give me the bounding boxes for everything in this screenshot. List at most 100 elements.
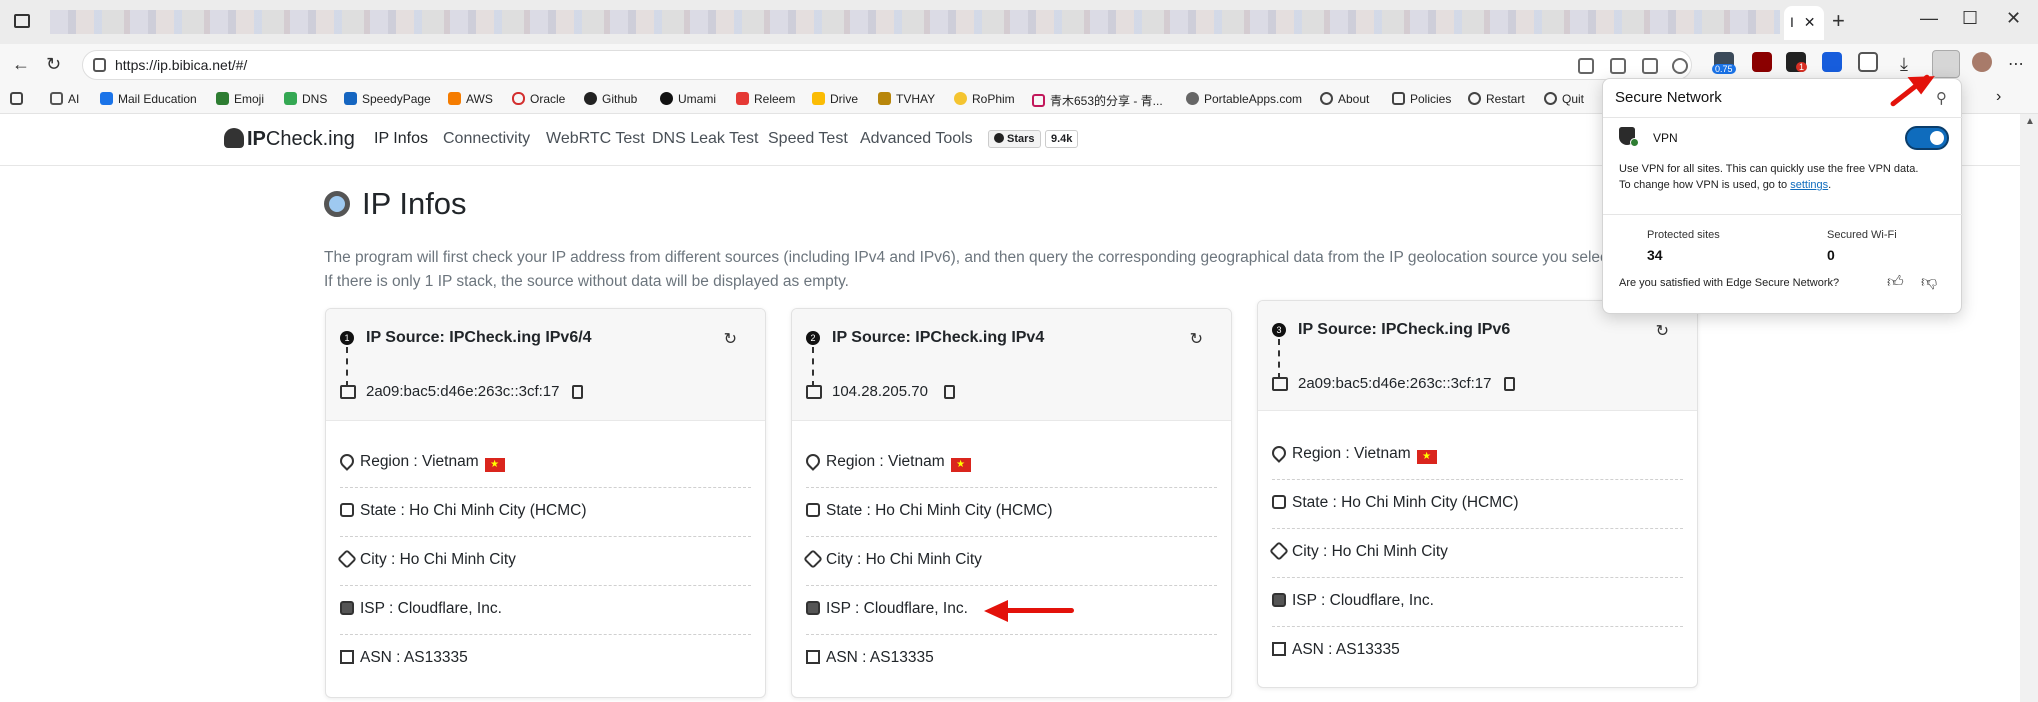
bookmark-dns[interactable]: DNS <box>284 92 327 106</box>
buildings-icon <box>806 503 820 517</box>
back-icon[interactable]: ← <box>12 54 30 75</box>
minimize-button[interactable]: — <box>1920 8 1938 29</box>
bookmark-drive[interactable]: Drive <box>812 92 858 106</box>
bookmark-releem[interactable]: Releem <box>736 92 795 106</box>
nav-connectivity[interactable]: Connectivity <box>443 130 530 148</box>
close-window-button[interactable]: ✕ <box>2006 8 2021 29</box>
bookmark-github[interactable]: Github <box>584 92 637 106</box>
ip-card-3: 3 IP Source: IPCheck.ing IPv6 ↻ 2a09:bac… <box>1257 300 1698 688</box>
tracking-prevention-icon[interactable] <box>1610 58 1626 74</box>
extension-badge-1: 0.75 <box>1712 64 1736 74</box>
bookmark-emoji[interactable]: Emoji <box>216 92 264 106</box>
region-row: Region : Vietnam ★ <box>337 439 751 488</box>
nav-ip-infos[interactable]: IP Infos <box>374 130 428 148</box>
signpost-icon <box>803 549 823 569</box>
active-tab[interactable]: I ✕ <box>1784 6 1824 40</box>
blurred-tabs[interactable] <box>50 10 1780 34</box>
isp-row: ISP : Cloudflare, Inc. <box>1272 578 1683 627</box>
refresh-icon[interactable]: ↻ <box>1190 329 1203 349</box>
map-pin-icon <box>1269 443 1289 463</box>
globe-icon <box>1544 92 1557 105</box>
extensions-puzzle-icon[interactable] <box>1858 52 1878 72</box>
refresh-icon[interactable]: ↻ <box>724 329 737 349</box>
protected-sites-label: Protected sites <box>1647 229 1720 241</box>
nav-advanced-tools[interactable]: Advanced Tools <box>860 130 973 148</box>
site-info-icon[interactable] <box>93 58 106 72</box>
maximize-button[interactable]: ☐ <box>1962 8 1978 29</box>
vpn-toggle[interactable] <box>1905 126 1949 150</box>
scroll-up-icon[interactable]: ▲ <box>2025 116 2035 127</box>
bitwarden-icon[interactable] <box>1822 52 1842 72</box>
vietnam-flag-icon: ★ <box>1416 450 1437 464</box>
github-stars-button[interactable]: Stars <box>988 130 1041 148</box>
region-text: Region : Vietnam <box>360 453 479 470</box>
globe-icon <box>1320 92 1333 105</box>
page-scrollbar[interactable]: ▲ <box>2020 114 2038 702</box>
ip-card-2: 2 IP Source: IPCheck.ing IPv4 ↻ 104.28.2… <box>791 308 1232 698</box>
nav-dns-leak-test[interactable]: DNS Leak Test <box>652 130 758 148</box>
bookmark-speedypage[interactable]: SpeedyPage <box>344 92 431 106</box>
vpn-desc-line-1: Use VPN for all sites. This can quickly … <box>1619 163 1919 175</box>
secure-network-icon[interactable] <box>1932 50 1960 78</box>
connector-line <box>1278 339 1280 379</box>
bookmark-oracle[interactable]: Oracle <box>512 92 565 106</box>
settings-link[interactable]: settings <box>1790 179 1828 191</box>
router-icon <box>340 601 354 615</box>
toggle-knob <box>1930 131 1944 145</box>
connector-line <box>346 347 348 387</box>
bookmark-label: DNS <box>302 92 328 106</box>
more-bookmarks-icon[interactable]: › <box>1996 88 2001 106</box>
thumbs-up-icon[interactable]: 👍︎ <box>1887 273 1904 292</box>
page-title: IP Infos <box>324 186 467 222</box>
umami-icon <box>660 92 673 105</box>
thumbs-down-icon[interactable]: 👎︎ <box>1921 273 1937 292</box>
bookmark-ai[interactable]: AI <box>50 92 79 106</box>
card-number: 3 <box>1272 323 1286 337</box>
nav-webrtc-test[interactable]: WebRTC Test <box>546 130 645 148</box>
bookmark-rophim[interactable]: RoPhim <box>954 92 1015 106</box>
bookmark-about[interactable]: About <box>1320 92 1369 106</box>
router-icon <box>1272 593 1286 607</box>
rophim-icon <box>954 92 967 105</box>
refresh-icon[interactable]: ↻ <box>1656 321 1669 341</box>
copy-icon[interactable] <box>1504 377 1515 391</box>
releem-icon <box>736 92 749 105</box>
nav-speed-test[interactable]: Speed Test <box>768 130 848 148</box>
ublock-icon[interactable] <box>1752 52 1772 72</box>
site-logo[interactable]: IPCheck.ing <box>224 128 355 151</box>
bookmark-blog[interactable]: 青木653的分享 - 青... <box>1032 92 1163 109</box>
bookmark-mail-education[interactable]: Mail Education <box>100 92 197 106</box>
address-input[interactable]: https://ip.bibica.net/#/ <box>82 50 1692 80</box>
grid-icon <box>344 92 357 105</box>
bookmark-tvhay[interactable]: TVHAY <box>878 92 935 106</box>
bookmark-umami[interactable]: Umami <box>660 92 716 106</box>
downloads-icon[interactable]: ⤓ <box>1900 54 1908 75</box>
reader-icon[interactable] <box>1642 58 1658 74</box>
copy-icon[interactable] <box>572 385 583 399</box>
bookmark-portableapps[interactable]: PortableApps.com <box>1186 92 1302 106</box>
stars-count[interactable]: 9.4k <box>1045 130 1079 148</box>
apps-icon[interactable] <box>1578 58 1594 74</box>
bookmark-policies[interactable]: Policies <box>1392 92 1451 106</box>
bookmark-quit[interactable]: Quit <box>1544 92 1584 106</box>
bookmark-restart[interactable]: Restart <box>1468 92 1525 106</box>
new-tab-button[interactable]: + <box>1832 8 1845 34</box>
tab-actions-icon[interactable] <box>14 14 30 28</box>
bookmark-label: Drive <box>830 92 859 106</box>
copy-icon[interactable] <box>944 385 955 399</box>
connector-line <box>812 347 814 387</box>
favorite-star-icon[interactable] <box>1672 58 1688 74</box>
isp-text: ISP : Cloudflare, Inc. <box>826 600 968 617</box>
tab-close-icon[interactable]: ✕ <box>1804 14 1816 30</box>
state-text: State : Ho Chi Minh City (HCMC) <box>360 502 587 519</box>
card-header: 3 IP Source: IPCheck.ing IPv6 ↻ 2a09:bac… <box>1258 301 1697 411</box>
refresh-icon[interactable]: ↻ <box>46 54 61 75</box>
router-icon <box>806 601 820 615</box>
bookmark-aws[interactable]: AWS <box>448 92 493 106</box>
asn-row: ASN : AS13335 <box>1272 627 1683 676</box>
profile-avatar[interactable] <box>1972 52 1992 72</box>
more-menu-icon[interactable]: ⋯ <box>2008 54 2024 74</box>
sidebar-toggle-icon[interactable] <box>10 92 28 106</box>
pin-icon[interactable]: ⚲ <box>1936 89 1947 107</box>
vpn-desc-end: . <box>1828 179 1832 191</box>
